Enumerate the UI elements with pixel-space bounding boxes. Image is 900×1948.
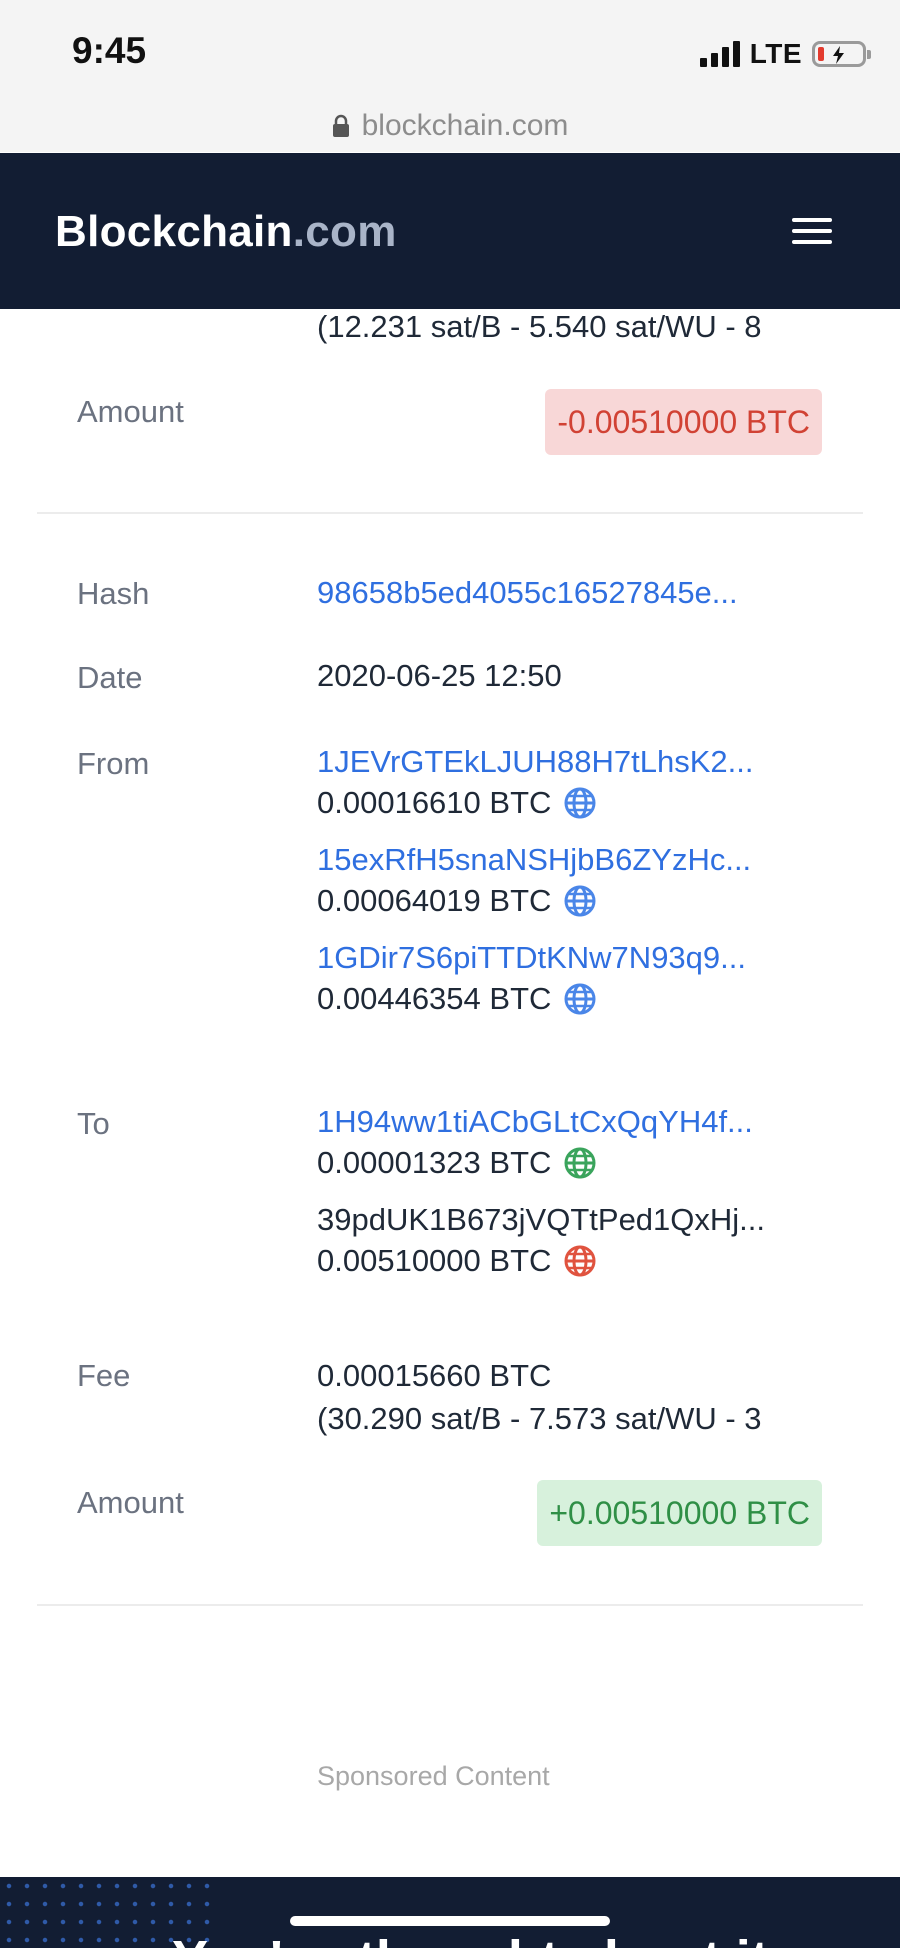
output-address-link[interactable]: 1H94ww1tiACbGLtCxQqYH4f... (317, 1104, 825, 1140)
date-value: 2020-06-25 12:50 (317, 658, 562, 693)
site-logo[interactable]: Blockchain.com (55, 207, 397, 257)
input-address-link[interactable]: 1GDir7S6piTTDtKNw7N93q9... (317, 940, 825, 976)
status-indicators: LTE (699, 38, 871, 70)
output-amount: 0.00001323 BTC (317, 1145, 597, 1181)
status-bar: 9:45 LTE (0, 0, 900, 108)
fee-rate-text: (30.290 sat/B - 7.573 sat/WU - 3 (317, 1401, 762, 1436)
ad-banner[interactable]: You've thought about it (0, 1877, 900, 1948)
input-address-link[interactable]: 1JEVrGTEkLJUH88H7tLhsK2... (317, 744, 825, 780)
hash-link[interactable]: 98658b5ed4055c16527845e... (317, 575, 825, 611)
date-label: Date (77, 660, 143, 695)
transaction-list: (12.231 sat/B - 5.540 sat/WU - 8 Amount … (0, 309, 900, 1879)
hash-label: Hash (77, 576, 150, 611)
input-amount: 0.00064019 BTC (317, 883, 597, 919)
browser-url-bar[interactable]: blockchain.com (0, 100, 900, 152)
site-header: Blockchain.com (0, 153, 900, 309)
amount-badge-negative: -0.00510000 BTC (545, 389, 822, 455)
to-label: To (77, 1106, 110, 1141)
input-amount: 0.00016610 BTC (317, 785, 597, 821)
url-text: blockchain.com (361, 109, 569, 142)
output-address-text: 39pdUK1B673jVQTtPed1QxHj... (317, 1202, 766, 1237)
logo-suffix: .com (292, 207, 397, 256)
fee-rate-text: (12.231 sat/B - 5.540 sat/WU - 8 (317, 309, 762, 344)
divider (37, 1604, 863, 1606)
fee-label: Fee (77, 1358, 131, 1393)
lock-icon (332, 114, 349, 137)
globe-icon[interactable] (563, 982, 597, 1016)
fee-value: 0.00015660 BTC (317, 1358, 552, 1393)
divider (37, 512, 863, 514)
globe-icon[interactable] (563, 1244, 597, 1278)
logo-main: Blockchain (55, 207, 293, 256)
from-label: From (77, 746, 150, 781)
input-amount-value: 0.00016610 BTC (317, 785, 552, 820)
input-address-link[interactable]: 15exRfH5snaNSHjbB6ZYzHc... (317, 842, 825, 878)
globe-icon[interactable] (563, 786, 597, 820)
hamburger-menu-icon[interactable] (792, 218, 832, 248)
globe-icon[interactable] (563, 884, 597, 918)
amount-badge-positive: +0.00510000 BTC (537, 1480, 822, 1546)
input-amount-value: 0.00064019 BTC (317, 883, 552, 918)
status-time: 9:45 (72, 30, 147, 71)
input-amount: 0.00446354 BTC (317, 981, 597, 1017)
network-label: LTE (749, 38, 802, 69)
ad-headline: You've thought about it (172, 1929, 769, 1948)
input-amount-value: 0.00446354 BTC (317, 981, 552, 1016)
battery-icon (812, 41, 871, 67)
globe-icon[interactable] (563, 1146, 597, 1180)
sponsored-label: Sponsored Content (317, 1761, 550, 1791)
output-amount-value: 0.00510000 BTC (317, 1243, 552, 1278)
output-amount: 0.00510000 BTC (317, 1243, 597, 1279)
signal-icon (699, 41, 740, 67)
output-amount-value: 0.00001323 BTC (317, 1145, 552, 1180)
amount-label: Amount (77, 1485, 184, 1520)
amount-label: Amount (77, 394, 184, 429)
home-indicator[interactable] (290, 1916, 610, 1926)
